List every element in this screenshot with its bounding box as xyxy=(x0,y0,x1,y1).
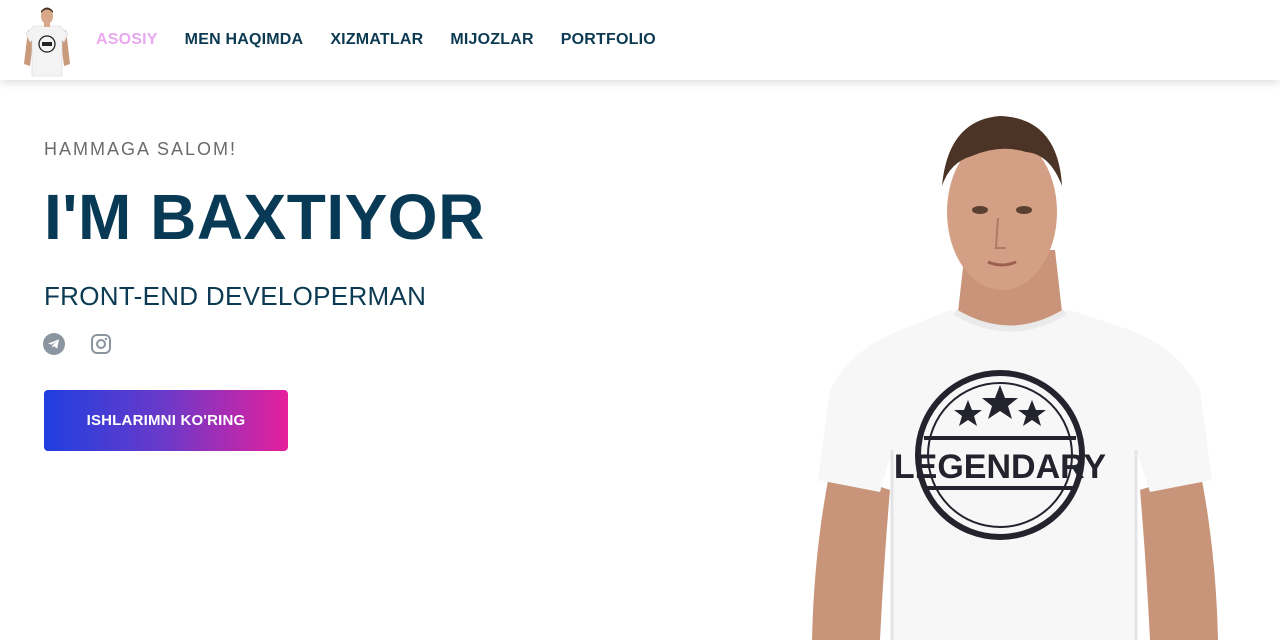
main-nav: ASOSIY MEN HAQIMDA XIZMATLAR MIJOZLAR PO… xyxy=(96,30,683,50)
nav-link-asosiy[interactable]: ASOSIY xyxy=(96,30,158,50)
logo-avatar[interactable] xyxy=(22,4,72,77)
instagram-icon[interactable] xyxy=(90,333,112,355)
hero-photo: LEGENDARY xyxy=(812,116,1218,640)
telegram-icon[interactable] xyxy=(43,333,65,355)
role-subtitle: FRONT-END DEVELOPERMAN xyxy=(44,281,427,311)
greeting-text: HAMMAGA SALOM! xyxy=(44,139,238,159)
nav-link-xizmatlar[interactable]: XIZMATLAR xyxy=(330,30,423,50)
nav-link-portfolio[interactable]: PORTFOLIO xyxy=(561,30,656,50)
nav-link-men-haqimda[interactable]: MEN HAQIMDA xyxy=(185,30,304,50)
view-works-button[interactable]: ISHLARIMNI KO'RING xyxy=(44,390,288,451)
nav-link-mijozlar[interactable]: MIJOZLAR xyxy=(450,30,533,50)
shirt-logo-text: LEGENDARY xyxy=(894,448,1107,486)
social-links xyxy=(43,333,137,355)
navbar: ASOSIY MEN HAQIMDA XIZMATLAR MIJOZLAR PO… xyxy=(0,0,1280,80)
page-title: I'M BAXTIYOR xyxy=(44,181,485,253)
